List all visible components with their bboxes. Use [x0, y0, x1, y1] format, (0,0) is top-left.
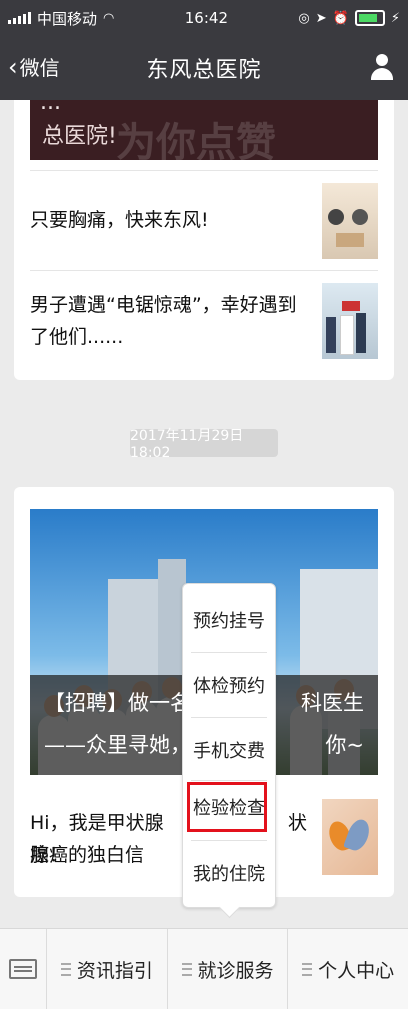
- banner-watermark: 为你点赞: [116, 120, 276, 160]
- signal-icon: [8, 12, 31, 24]
- article-card: ... 总医院! 为你点赞 只要胸痛，快来东风! 男子遭遇“电锯惊魂”，幸好遇到…: [14, 100, 394, 380]
- article-list-item[interactable]: 男子遭遇“电锯惊魂”，幸好遇到了他们......: [30, 270, 378, 381]
- hero-title-line2-tail: 你~: [325, 733, 364, 757]
- menu-item-mobile-payment[interactable]: 手机交费: [183, 718, 275, 782]
- hero-title-line1-tail: 科医生: [301, 691, 364, 715]
- top-bar: 中国移动 ◠ 16:42 ◎ ➤ ⏰ ⚡ ‹ 微信 东风总医院: [0, 0, 408, 100]
- keyboard-toggle-button[interactable]: [0, 929, 47, 1009]
- banner-line2: 总医院!: [42, 124, 117, 149]
- bottom-menu-bar: 资讯指引 就诊服务 个人中心: [0, 928, 408, 1009]
- carrier-label: 中国移动: [37, 9, 98, 28]
- article-title-tail: 状: [288, 812, 308, 834]
- article-thumbnail: [322, 799, 378, 875]
- chevron-left-icon: ‹: [8, 52, 18, 81]
- tab-label: 就诊服务: [197, 959, 274, 982]
- hero-title-line2: ——众里寻她，: [44, 733, 191, 757]
- profile-button[interactable]: [370, 54, 394, 80]
- article-title: 只要胸痛，快来东风!: [30, 209, 209, 231]
- menu-lines-icon: [60, 962, 71, 976]
- keyboard-icon: [9, 959, 37, 979]
- battery-icon: [354, 10, 385, 26]
- back-button[interactable]: ‹ 微信: [8, 52, 60, 81]
- tab-medical-services[interactable]: 就诊服务: [168, 929, 289, 1009]
- wifi-icon: ◠: [103, 10, 115, 26]
- article-thumbnail: [322, 283, 378, 359]
- nav-bar: ‹ 微信 东风总医院: [0, 36, 408, 100]
- clock: 16:42: [184, 9, 228, 27]
- timestamp-pill: 2017年11月29日 18:02: [130, 428, 278, 461]
- banner-line1: ...: [40, 100, 61, 115]
- menu-item-my-hospitalization[interactable]: 我的住院: [183, 841, 275, 905]
- highlight-box: [187, 782, 267, 832]
- tab-personal-center[interactable]: 个人中心: [288, 929, 408, 1009]
- status-bar: 中国移动 ◠ 16:42 ◎ ➤ ⏰ ⚡: [0, 0, 408, 36]
- article-banner[interactable]: ... 总医院! 为你点赞: [30, 100, 378, 160]
- tab-label: 资讯指引: [76, 959, 153, 982]
- menu-item-appointment[interactable]: 预约挂号: [183, 588, 275, 652]
- article-thumbnail: [322, 183, 378, 259]
- article-list-item[interactable]: 只要胸痛，快来东风!: [30, 170, 378, 269]
- article-title: 男子遭遇“电锯惊魂”，幸好遇到了他们......: [30, 294, 297, 348]
- tab-label: 个人中心: [318, 959, 395, 982]
- tab-info-guide[interactable]: 资讯指引: [47, 929, 168, 1009]
- location-icon: ➤: [315, 10, 327, 26]
- menu-item-physical-exam[interactable]: 体检预约: [183, 653, 275, 717]
- alarm-icon: ⏰: [332, 10, 349, 26]
- back-label: 微信: [19, 56, 60, 80]
- lock-rotation-icon: ◎: [298, 10, 310, 26]
- service-popup-menu: 预约挂号 体检预约 手机交费 检验检查 我的住院: [182, 583, 276, 919]
- person-icon: [376, 54, 388, 66]
- hero-title-line1: 【招聘】做一名: [44, 691, 191, 715]
- page-title: 东风总医院: [146, 58, 262, 83]
- menu-lines-icon: [181, 962, 192, 976]
- charging-icon: ⚡: [390, 10, 400, 26]
- menu-lines-icon: [302, 962, 313, 976]
